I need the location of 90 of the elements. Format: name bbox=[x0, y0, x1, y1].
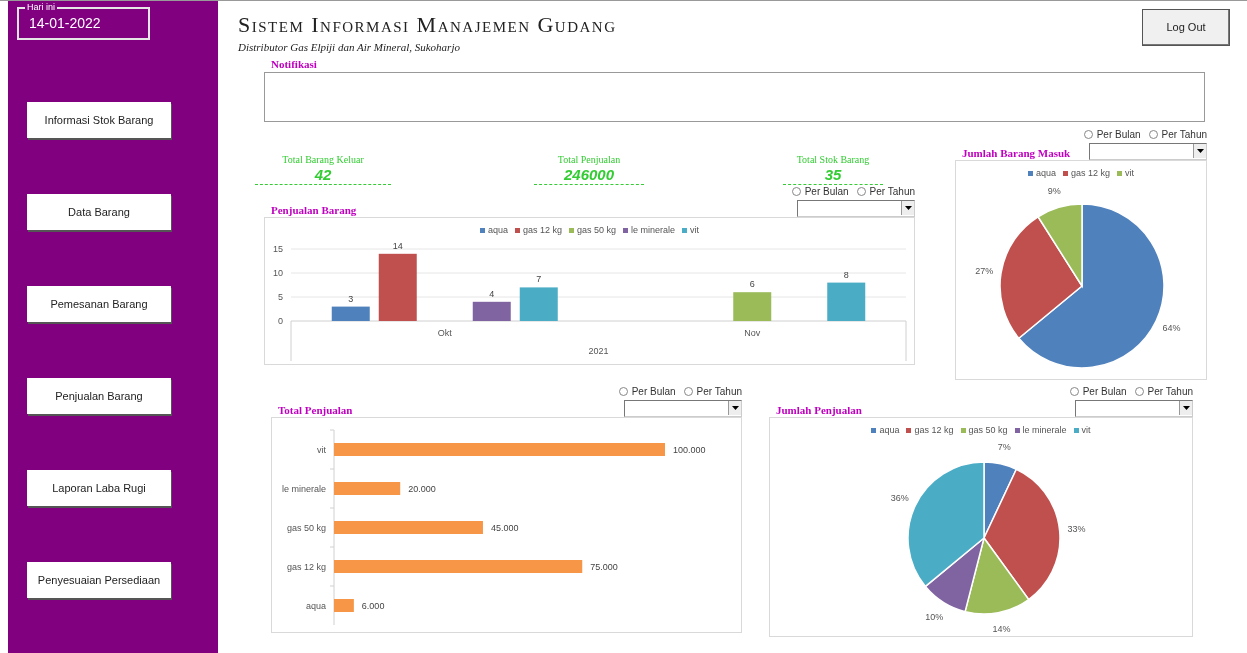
data-label: 14 bbox=[392, 240, 403, 251]
dropdown[interactable] bbox=[797, 199, 915, 217]
section-title: Jumlah Penjualan bbox=[775, 404, 862, 417]
radio-option[interactable]: Per Tahun bbox=[683, 386, 742, 397]
data-label: 20.000 bbox=[408, 483, 436, 493]
data-label: 45.000 bbox=[490, 522, 519, 532]
legend-label: gas 12 kg bbox=[914, 425, 954, 435]
axis-group-label: 2021 bbox=[588, 345, 609, 356]
bar bbox=[334, 481, 401, 495]
category-label: gas 50 kg bbox=[286, 522, 326, 532]
data-label: 33% bbox=[1067, 523, 1086, 534]
bar bbox=[331, 306, 370, 321]
section-title: Total Penjualan bbox=[277, 404, 353, 417]
stat-value: 35 bbox=[824, 166, 842, 182]
legend-label: gas 12 kg bbox=[522, 225, 562, 235]
app-title: Sistem Informasi Manajemen Gudang bbox=[238, 14, 617, 36]
bar bbox=[472, 301, 511, 321]
data-label: 36% bbox=[890, 492, 909, 503]
stat-label: Total Penjualan bbox=[557, 154, 621, 165]
dropdown[interactable] bbox=[1075, 399, 1193, 417]
legend-label: le minerale bbox=[1022, 425, 1067, 435]
data-label: 14% bbox=[992, 623, 1011, 633]
caret-icon bbox=[901, 200, 914, 215]
category-label: aqua bbox=[305, 600, 326, 610]
radio-option[interactable]: Per Bulan bbox=[1069, 386, 1127, 397]
nav-button[interactable]: Informasi Stok Barang bbox=[27, 102, 171, 138]
section-title: Notifikasi bbox=[271, 58, 317, 70]
category-label: Nov bbox=[744, 327, 761, 338]
stat-label: Total Stok Barang bbox=[796, 154, 870, 165]
category-label: Okt bbox=[437, 327, 452, 338]
radio-option[interactable]: Per Tahun bbox=[1148, 129, 1207, 140]
data-label: 75.000 bbox=[590, 561, 618, 571]
legend-label: aqua bbox=[487, 225, 508, 235]
bar bbox=[378, 253, 417, 321]
legend-label: aqua bbox=[1035, 168, 1056, 178]
legend-label: gas 50 kg bbox=[968, 425, 1008, 435]
legend-label: aqua bbox=[879, 425, 900, 435]
legend-label: vit bbox=[1125, 168, 1135, 178]
data-label: 7 bbox=[536, 273, 542, 284]
legend-label: gas 12 kg bbox=[1071, 168, 1111, 178]
data-label: 8 bbox=[843, 269, 849, 280]
legend-label: le minerale bbox=[631, 225, 676, 235]
nav-button[interactable]: Laporan Laba Rugi bbox=[27, 470, 171, 506]
data-label: 64% bbox=[1162, 322, 1181, 333]
radio-option[interactable]: Per Tahun bbox=[856, 186, 915, 197]
caret-icon bbox=[1193, 143, 1206, 158]
radio-option[interactable]: Per Tahun bbox=[1134, 386, 1193, 397]
axis-tick-label: 0 bbox=[278, 315, 283, 326]
data-label: 4 bbox=[489, 288, 495, 299]
app-subtitle: Distributor Gas Elpiji dan Air Mineral, Sukoharjo bbox=[238, 40, 461, 55]
radio-option[interactable]: Per Bulan bbox=[618, 386, 676, 397]
legend-label: vit bbox=[1081, 425, 1091, 435]
dropdown[interactable] bbox=[624, 399, 742, 417]
data-label: 6 bbox=[749, 278, 755, 289]
data-label: 3 bbox=[348, 293, 354, 304]
caret-icon bbox=[728, 400, 741, 415]
legend-label: vit bbox=[690, 225, 700, 235]
category-label: vit bbox=[317, 444, 326, 454]
data-label: 100.000 bbox=[673, 444, 706, 454]
bar bbox=[827, 282, 866, 321]
section-title: Jumlah Barang Masuk bbox=[961, 147, 1071, 160]
logout-button[interactable]: Log Out bbox=[1142, 9, 1230, 46]
dropdown[interactable] bbox=[1089, 142, 1207, 160]
category-label: le minerale bbox=[281, 483, 326, 493]
bar bbox=[334, 598, 354, 612]
bar bbox=[733, 291, 772, 321]
data-label: 27% bbox=[975, 265, 994, 275]
data-label: 10% bbox=[925, 611, 944, 621]
radio-option[interactable]: Per Bulan bbox=[1083, 129, 1141, 140]
section-title: Penjualan Barang bbox=[270, 204, 357, 217]
data-label: 6.000 bbox=[361, 600, 385, 610]
date-value: 14-01-2022 bbox=[29, 14, 101, 33]
caret-icon bbox=[1179, 400, 1192, 415]
data-label: 7% bbox=[997, 441, 1011, 452]
nav-button[interactable]: Data Barang bbox=[27, 194, 171, 230]
date-legend: Hari ini bbox=[25, 2, 57, 12]
bar bbox=[519, 286, 558, 321]
nav-button[interactable]: Penyesuaian Persediaan bbox=[27, 562, 171, 598]
axis-tick-label: 10 bbox=[273, 267, 283, 278]
legend-label: gas 50 kg bbox=[577, 225, 617, 235]
nav-button[interactable]: Pemesanan Barang bbox=[27, 286, 171, 322]
data-label: 9% bbox=[1047, 185, 1061, 196]
stat-label: Total Barang Keluar bbox=[282, 154, 364, 165]
nav-button[interactable]: Penjualan Barang bbox=[27, 378, 171, 414]
axis-tick-label: 15 bbox=[273, 243, 283, 254]
stat-value: 42 bbox=[314, 166, 332, 182]
stat-value: 246000 bbox=[563, 166, 615, 182]
category-label: gas 12 kg bbox=[286, 561, 326, 571]
axis-tick-label: 5 bbox=[278, 291, 283, 302]
radio-option[interactable]: Per Bulan bbox=[791, 186, 849, 197]
